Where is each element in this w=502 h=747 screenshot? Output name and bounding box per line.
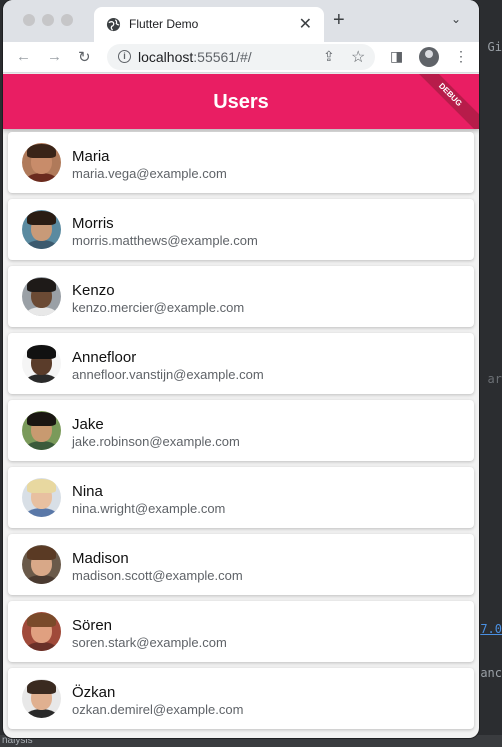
user-card[interactable]: Sören soren.stark@example.com <box>8 601 474 662</box>
ide-text: 7.0 <box>480 622 502 636</box>
ide-text: Gi <box>487 40 502 54</box>
bookmark-star-icon[interactable]: ☆ <box>351 47 365 67</box>
user-card[interactable]: Jake jake.robinson@example.com <box>8 400 474 461</box>
close-window-button[interactable] <box>23 14 35 26</box>
user-list: Maria maria.vega@example.com Morris morris.… <box>3 132 479 735</box>
ide-text: anc <box>480 666 502 680</box>
avatar <box>22 143 61 182</box>
side-panel-icon[interactable]: ◨ <box>390 48 403 65</box>
user-email: morris.matthews@example.com <box>72 233 258 248</box>
avatar <box>22 277 61 316</box>
more-menu-icon[interactable]: ⋮ <box>454 48 468 65</box>
browser-toolbar: ← → ↻ i localhost:55561/#/ ⇪ ☆ ◨ ⋮ <box>3 42 479 73</box>
user-name: Madison <box>72 550 129 567</box>
url-text[interactable]: localhost:55561/#/ <box>138 49 252 65</box>
site-info-icon[interactable]: i <box>118 50 131 63</box>
user-email: nina.wright@example.com <box>72 501 226 516</box>
user-name: Maria <box>72 148 110 165</box>
globe-icon <box>106 17 121 32</box>
forward-arrow-icon[interactable]: → <box>47 48 62 65</box>
user-email: madison.scott@example.com <box>72 568 243 583</box>
user-email: maria.vega@example.com <box>72 166 227 181</box>
browser-window: Flutter Demo ✕ + ⌄ ← → ↻ i localhost:555… <box>3 0 479 738</box>
user-name: Jake <box>72 416 104 433</box>
avatar <box>22 679 61 718</box>
user-name: Sören <box>72 617 113 634</box>
share-icon[interactable]: ⇪ <box>323 48 335 65</box>
back-arrow-icon[interactable]: ← <box>16 48 31 65</box>
browser-tab[interactable]: Flutter Demo ✕ <box>94 7 324 42</box>
tab-title: Flutter Demo <box>129 17 199 31</box>
avatar <box>22 411 61 450</box>
reload-icon[interactable]: ↻ <box>78 48 91 66</box>
user-card[interactable]: Nina nina.wright@example.com <box>8 467 474 528</box>
minimize-window-button[interactable] <box>42 14 54 26</box>
user-name: Morris <box>72 215 114 232</box>
avatar <box>22 478 61 517</box>
user-email: soren.stark@example.com <box>72 635 227 650</box>
user-card[interactable]: Annefloor annefloor.vanstijn@example.com <box>8 333 474 394</box>
ide-text: ar <box>487 372 502 386</box>
user-name: Nina <box>72 483 103 500</box>
user-card[interactable]: Maria maria.vega@example.com <box>8 132 474 193</box>
maximize-window-button[interactable] <box>61 14 73 26</box>
app-bar: Users DEBUG <box>3 74 479 129</box>
tab-bar: Flutter Demo ✕ + ⌄ <box>3 0 479 42</box>
avatar <box>22 612 61 651</box>
user-card[interactable]: Madison madison.scott@example.com <box>8 534 474 595</box>
user-name: Kenzo <box>72 282 115 299</box>
user-card[interactable]: Kenzo kenzo.mercier@example.com <box>8 266 474 327</box>
user-card[interactable]: Morris morris.matthews@example.com <box>8 199 474 260</box>
avatar <box>22 545 61 584</box>
user-email: annefloor.vanstijn@example.com <box>72 367 264 382</box>
avatar <box>22 210 61 249</box>
page-title: Users <box>213 91 269 113</box>
user-email: kenzo.mercier@example.com <box>72 300 245 315</box>
tab-search-chevron-icon[interactable]: ⌄ <box>451 12 461 26</box>
avatar <box>22 344 61 383</box>
user-email: jake.robinson@example.com <box>72 434 240 449</box>
user-name: Özkan <box>72 684 116 701</box>
user-card[interactable]: Özkan ozkan.demirel@example.com <box>8 668 474 729</box>
address-bar[interactable]: i localhost:55561/#/ ⇪ ☆ <box>107 44 375 70</box>
user-name: Annefloor <box>72 349 137 366</box>
new-tab-icon[interactable]: + <box>333 9 345 32</box>
close-tab-icon[interactable]: ✕ <box>299 14 312 34</box>
user-email: ozkan.demirel@example.com <box>72 702 244 717</box>
profile-avatar-icon[interactable] <box>419 47 439 67</box>
